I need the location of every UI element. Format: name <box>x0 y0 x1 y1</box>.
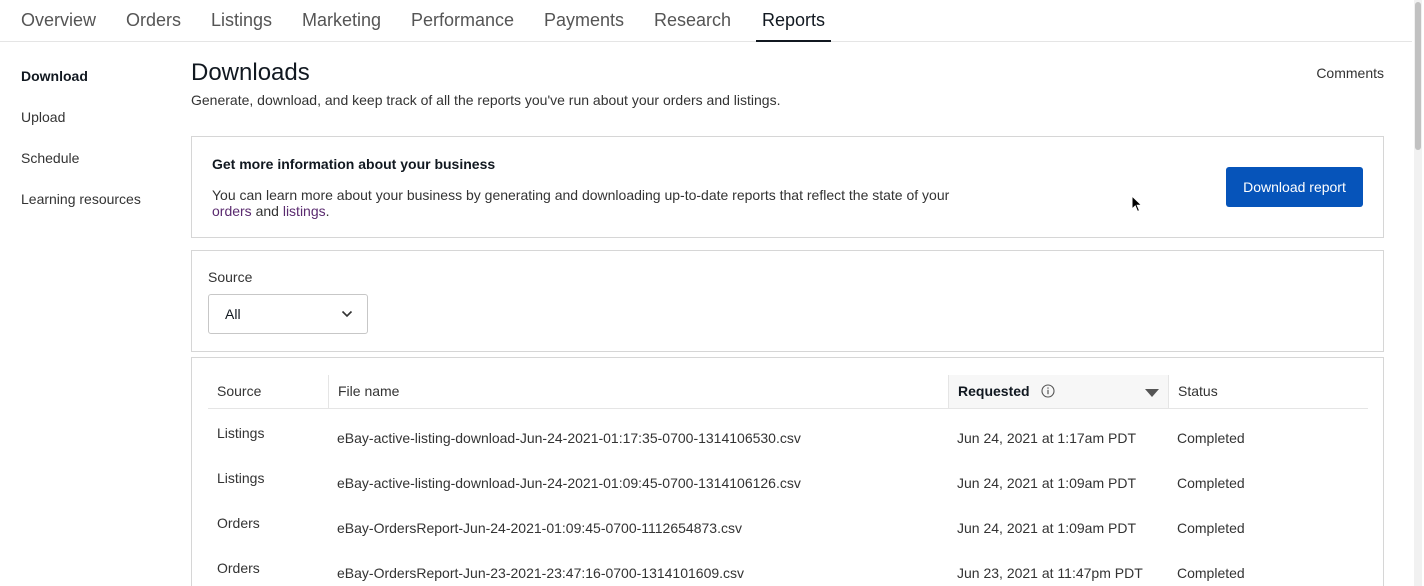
info-body-period: . <box>325 203 330 219</box>
row-status: Completed <box>1177 475 1245 491</box>
header-file-name-label: File name <box>338 383 400 399</box>
info-body-and: and <box>255 203 279 219</box>
header-file-name[interactable]: File name <box>328 375 948 408</box>
source-filter-card: Source All <box>191 250 1384 352</box>
row-source: Orders <box>217 560 260 576</box>
page-title: Downloads <box>191 59 310 86</box>
tab-research[interactable]: Research <box>654 0 731 42</box>
sort-desc-icon[interactable] <box>1145 389 1159 397</box>
source-select-value: All <box>225 306 241 322</box>
page-subtitle: Generate, download, and keep track of al… <box>191 92 781 108</box>
tab-payments[interactable]: Payments <box>544 0 624 42</box>
tab-performance[interactable]: Performance <box>411 0 514 42</box>
header-requested[interactable]: Requested <box>948 375 1168 408</box>
row-file-link[interactable]: eBay-active-listing-download-Jun-24-2021… <box>337 475 801 491</box>
tab-marketing[interactable]: Marketing <box>302 0 381 42</box>
row-status: Completed <box>1177 520 1245 536</box>
sidebar-item-download[interactable]: Download <box>21 68 88 84</box>
row-requested: Jun 24, 2021 at 1:17am PDT <box>957 430 1136 446</box>
table-row: Orders eBay-OrdersReport-Jun-24-2021-01:… <box>208 510 1368 555</box>
row-status: Completed <box>1177 565 1245 581</box>
comments-link[interactable]: Comments <box>1316 65 1384 81</box>
header-status-label: Status <box>1178 383 1218 399</box>
info-card: Get more information about your business… <box>191 136 1384 238</box>
page: Overview Orders Listings Marketing Perfo… <box>0 0 1424 586</box>
row-requested: Jun 23, 2021 at 11:47pm PDT <box>957 565 1143 581</box>
row-file-link[interactable]: eBay-active-listing-download-Jun-24-2021… <box>337 430 801 446</box>
info-icon[interactable] <box>1041 384 1055 398</box>
page-scrollbar[interactable] <box>1414 0 1422 586</box>
info-body-text: You can learn more about your business b… <box>212 187 950 203</box>
download-report-button[interactable]: Download report <box>1226 167 1363 207</box>
mouse-cursor-icon <box>1131 195 1143 213</box>
row-file-link[interactable]: eBay-OrdersReport-Jun-24-2021-01:09:45-0… <box>337 520 742 536</box>
tab-orders[interactable]: Orders <box>126 0 181 42</box>
orders-link[interactable]: orders <box>212 203 252 219</box>
row-requested: Jun 24, 2021 at 1:09am PDT <box>957 520 1136 536</box>
info-body: You can learn more about your business b… <box>212 187 972 219</box>
row-status: Completed <box>1177 430 1245 446</box>
top-nav: Overview Orders Listings Marketing Perfo… <box>0 0 1412 42</box>
table-row: Orders eBay-OrdersReport-Jun-23-2021-23:… <box>208 555 1368 586</box>
header-source[interactable]: Source <box>217 375 261 408</box>
table-row: Listings eBay-active-listing-download-Ju… <box>208 465 1368 510</box>
scrollbar-thumb[interactable] <box>1415 2 1421 150</box>
source-label: Source <box>208 269 253 285</box>
chevron-down-icon <box>341 310 353 318</box>
tab-overview[interactable]: Overview <box>21 0 96 42</box>
row-source: Listings <box>217 425 265 441</box>
row-file-link[interactable]: eBay-OrdersReport-Jun-23-2021-23:47:16-0… <box>337 565 744 581</box>
row-requested: Jun 24, 2021 at 1:09am PDT <box>957 475 1136 491</box>
header-status[interactable]: Status <box>1168 375 1368 408</box>
listings-link[interactable]: listings <box>283 203 326 219</box>
tab-reports[interactable]: Reports <box>755 0 832 42</box>
row-source: Orders <box>217 515 260 531</box>
row-source: Listings <box>217 470 265 486</box>
table-header: Source File name Requested Status <box>208 375 1368 409</box>
sidebar-item-learning-resources[interactable]: Learning resources <box>21 191 141 207</box>
tab-listings[interactable]: Listings <box>211 0 272 42</box>
header-requested-label: Requested <box>958 383 1030 399</box>
table-row: Listings eBay-active-listing-download-Ju… <box>208 420 1368 465</box>
sidebar-item-schedule[interactable]: Schedule <box>21 150 79 166</box>
reports-table: Source File name Requested Status Listin… <box>191 357 1384 586</box>
sidebar-item-upload[interactable]: Upload <box>21 109 65 125</box>
source-select[interactable]: All <box>208 294 368 334</box>
info-title: Get more information about your business <box>212 156 496 172</box>
